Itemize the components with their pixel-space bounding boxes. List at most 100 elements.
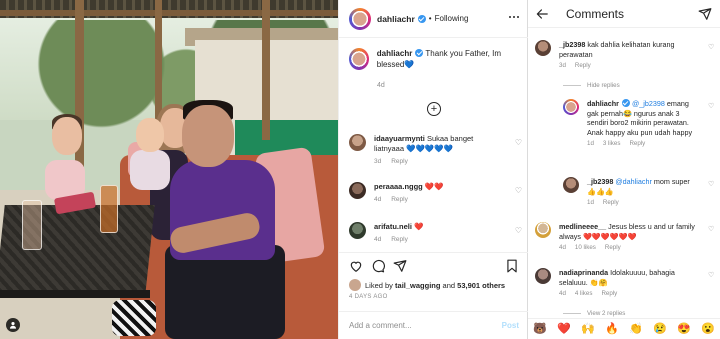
emoji-reaction-bar: 🐻 ❤️ 🙌 🔥 👏 😢 😍 😮 xyxy=(528,318,720,339)
comment-text: _jb2398 @dahliachr mom super👍👍👍 xyxy=(587,177,697,196)
comment-text: nadiaprinanda Idolakuuuu, bahagia selalu… xyxy=(559,268,699,287)
view-replies-button[interactable]: View 2 replies xyxy=(563,310,625,317)
like-heart-icon[interactable]: ♡ xyxy=(708,43,714,51)
like-heart-icon[interactable]: ♡ xyxy=(515,226,522,235)
comment-text: medlineeee__ Jesus bless u and ur family… xyxy=(559,222,699,241)
comment-username[interactable]: dahliachr xyxy=(587,99,619,108)
comment-emoji: ❤️❤️ xyxy=(424,182,444,191)
photo-girl-head xyxy=(52,117,82,155)
avatar[interactable] xyxy=(349,134,366,151)
reply-button[interactable]: Reply xyxy=(391,236,408,243)
post-date: 4 DAYS AGO xyxy=(349,294,388,300)
caption: dahliachr Thank you Father, Im blessed💙 xyxy=(349,48,524,70)
reply-button[interactable]: Reply xyxy=(391,196,408,203)
post-username[interactable]: dahliachr xyxy=(377,14,415,24)
caption-text: dahliachr Thank you Father, Im blessed💙 xyxy=(377,48,524,70)
comment-username[interactable]: medlineeee__ xyxy=(559,222,606,231)
comment-meta: 4d 10 likes Reply xyxy=(559,244,699,251)
emoji-button[interactable]: 🐻 xyxy=(533,323,547,335)
more-options-icon[interactable] xyxy=(509,16,519,18)
comment-likes[interactable]: 10 likes xyxy=(575,244,596,251)
like-heart-icon[interactable]: ♡ xyxy=(708,102,714,110)
comment-username[interactable]: idaayuarmynti xyxy=(374,134,425,143)
comments-header: Comments xyxy=(528,0,720,28)
avatar[interactable] xyxy=(563,177,579,193)
likes-prefix: Liked by xyxy=(365,280,393,290)
heart-icon[interactable] xyxy=(349,259,363,273)
likes-username[interactable]: tail_wagging xyxy=(395,281,440,290)
avatar[interactable] xyxy=(535,268,551,284)
photo-post xyxy=(262,0,270,140)
share-icon[interactable] xyxy=(393,259,407,273)
comment-emoji: ❤️❤️❤️❤️❤️❤️ xyxy=(582,231,637,241)
avatar[interactable] xyxy=(563,99,579,115)
reply-button[interactable]: Reply xyxy=(603,199,619,206)
comment-likes[interactable]: 4 likes xyxy=(575,290,593,297)
hide-replies-button[interactable]: Hide replies xyxy=(563,82,620,89)
caption-username[interactable]: dahliachr xyxy=(377,49,413,58)
emoji-button[interactable]: 👏 xyxy=(629,323,643,335)
emoji-button[interactable]: 🔥 xyxy=(605,323,619,335)
avatar[interactable] xyxy=(535,40,551,56)
avatar[interactable] xyxy=(349,222,366,239)
list-item: nadiaprinanda Idolakuuuu, bahagia selalu… xyxy=(535,268,703,297)
emoji-button[interactable]: 😍 xyxy=(677,323,691,335)
comment-meta: 4d Reply xyxy=(374,196,504,203)
bookmark-icon[interactable] xyxy=(505,259,519,273)
reply-button[interactable]: Reply xyxy=(391,158,408,165)
avatar[interactable] xyxy=(349,48,369,70)
comment-timestamp: 3d xyxy=(374,158,382,165)
comment-input[interactable] xyxy=(349,321,494,330)
avatar[interactable] xyxy=(349,182,366,199)
comment-text: _jb2398 kak dahlia kelihatan kurang pera… xyxy=(559,40,700,59)
emoji-button[interactable]: 🙌 xyxy=(581,323,595,335)
avatar[interactable] xyxy=(535,222,551,238)
comment-username[interactable]: _jb2398 xyxy=(587,177,613,186)
emoji-button[interactable]: 😮 xyxy=(701,323,715,335)
comment-icon[interactable] xyxy=(371,259,385,273)
emoji-button[interactable]: 😢 xyxy=(653,323,667,335)
photo-child-body xyxy=(130,150,170,190)
comment-timestamp: 1d xyxy=(587,199,594,206)
photo-pergola xyxy=(0,10,338,16)
photo-table-edge xyxy=(0,290,150,298)
comment-username[interactable]: nadiaprinanda xyxy=(559,268,608,277)
like-heart-icon[interactable]: ♡ xyxy=(515,138,522,147)
back-arrow-icon[interactable] xyxy=(535,7,549,21)
comment-username[interactable]: peraaaa.nggg xyxy=(374,182,423,191)
following-button[interactable]: Following xyxy=(435,14,469,23)
likes-and: and xyxy=(442,280,456,290)
comment-meta: 4d Reply xyxy=(374,236,504,243)
comment-meta: 1d Reply xyxy=(587,199,697,206)
comments-panel: Comments _jb2398 kak dahlia kelihatan ku… xyxy=(528,0,720,339)
verified-badge-icon xyxy=(621,99,630,107)
comment-likes[interactable]: 3 likes xyxy=(603,140,621,147)
comment-username[interactable]: _jb2398 xyxy=(559,40,585,49)
tagged-people-button[interactable] xyxy=(6,318,20,332)
mention-link[interactable]: @_jb2398 xyxy=(632,99,665,108)
photo-glass xyxy=(100,185,118,233)
comment-meta: 3d Reply xyxy=(559,62,700,69)
reply-button[interactable]: Reply xyxy=(601,290,617,297)
reply-button[interactable]: Reply xyxy=(605,244,621,251)
post-photo[interactable] xyxy=(0,0,338,339)
like-heart-icon[interactable]: ♡ xyxy=(515,186,522,195)
person-icon xyxy=(9,321,17,329)
reply-button[interactable]: Reply xyxy=(575,62,591,69)
comments-title: Comments xyxy=(566,7,625,21)
like-heart-icon[interactable]: ♡ xyxy=(708,271,714,279)
share-icon[interactable] xyxy=(698,7,712,21)
list-item: _jb2398 @dahliachr mom super👍👍👍 1d Reply xyxy=(563,177,703,206)
mention-link[interactable]: @dahliachr xyxy=(615,177,651,186)
likes-summary[interactable]: Liked by tail_wagging and 53,901 others xyxy=(349,279,505,291)
like-heart-icon[interactable]: ♡ xyxy=(708,180,714,188)
avatar[interactable] xyxy=(349,7,371,30)
comment-username[interactable]: arifatu.neli xyxy=(374,222,412,231)
reply-button[interactable]: Reply xyxy=(629,140,645,147)
emoji-button[interactable]: ❤️ xyxy=(557,323,571,335)
post-comment-button[interactable]: Post xyxy=(502,321,519,330)
likes-count[interactable]: 53,901 others xyxy=(457,281,505,290)
like-heart-icon[interactable]: ♡ xyxy=(708,225,714,233)
load-more-comments-button[interactable]: + xyxy=(427,102,441,116)
comment-timestamp: 4d xyxy=(559,290,566,297)
